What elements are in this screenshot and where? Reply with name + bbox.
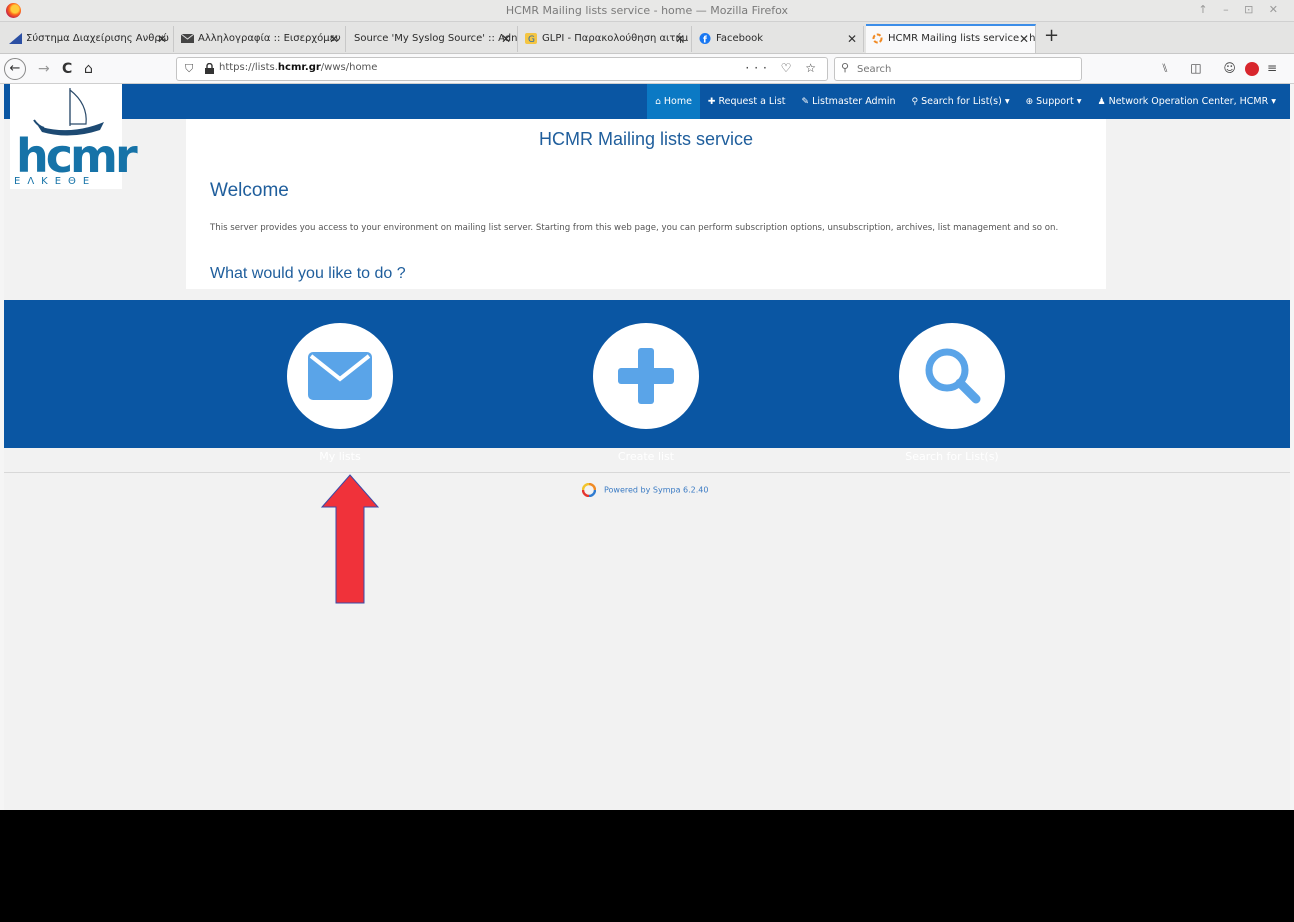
facebook-icon: f	[699, 33, 711, 45]
lifebuoy-icon: ⊕	[1025, 97, 1034, 107]
menu-label: Search for List(s)	[921, 96, 1002, 107]
triangle-flag-icon	[9, 33, 22, 44]
search-icon: ⚲	[841, 61, 850, 74]
forward-button[interactable]: →	[38, 59, 50, 79]
tab-label: HCMR Mailing lists service - h	[888, 33, 1036, 44]
url-bar[interactable]: ⛉ https://lists.hcmr.gr/wws/home ··· ♡ ☆	[176, 57, 828, 81]
browser-window: HCMR Mailing lists service - home — Mozi…	[0, 0, 1294, 810]
menu-label: Support	[1036, 96, 1074, 107]
menu-request-list[interactable]: ✚ Request a List	[700, 84, 794, 119]
close-icon[interactable]: ✕	[675, 26, 685, 52]
sympa-icon	[872, 33, 883, 44]
close-icon[interactable]: ✕	[1019, 26, 1029, 52]
menu-label: Home	[663, 96, 692, 107]
close-icon[interactable]: ✕	[501, 26, 511, 52]
action-label: Create list	[617, 450, 675, 463]
menu-search-lists[interactable]: ⚲ Search for List(s) ▾	[903, 84, 1017, 119]
plus-icon: ✚	[707, 97, 716, 107]
my-lists-button[interactable]	[287, 323, 393, 429]
adblock-icon[interactable]	[1244, 61, 1259, 76]
tab-hr-system[interactable]: Σύστημα Διαχείρισης Ανθρώ ✕	[4, 26, 174, 52]
mail-icon	[181, 33, 194, 43]
menu-support[interactable]: ⊕ Support ▾	[1018, 84, 1090, 119]
hcmr-logo[interactable]: hcmr ΕΛΚΕΘΕ	[10, 84, 138, 189]
sympa-logo-icon	[582, 483, 596, 497]
question-heading: What would you like to do ?	[210, 265, 406, 282]
menu-listmaster-admin[interactable]: ✎ Listmaster Admin	[794, 84, 904, 119]
window-title: HCMR Mailing lists service - home — Mozi…	[505, 4, 789, 17]
search-icon: ⚲	[911, 97, 919, 107]
menu-user-account[interactable]: ♟ Network Operation Center, HCMR ▾	[1090, 84, 1284, 119]
menu-label: Network Operation Center, HCMR	[1108, 96, 1269, 107]
welcome-heading: Welcome	[210, 180, 289, 201]
wrench-icon: ✎	[801, 97, 810, 107]
search-input[interactable]	[857, 61, 1057, 77]
divider	[4, 472, 1290, 473]
home-button[interactable]: ⌂	[84, 59, 93, 79]
screen-bottom-black-area	[0, 810, 1294, 922]
create-list-button[interactable]	[593, 323, 699, 429]
powered-by-link[interactable]: Powered by Sympa 6.2.40	[582, 483, 708, 498]
search-lists-button[interactable]	[899, 323, 1005, 429]
close-icon[interactable]: ✕	[847, 26, 857, 52]
red-arrow-annotation	[320, 474, 380, 604]
tab-syslog-source[interactable]: Source 'My Syslog Source' :: Adn ✕	[348, 26, 518, 52]
toolbar-icons[interactable]: ⑊ ◫ ☺ ≡	[1161, 61, 1286, 76]
tab-mail-inbox[interactable]: Αλληλογραφία :: Εισερχόμεν ✕	[176, 26, 346, 52]
glpi-icon: G	[525, 33, 537, 44]
chevron-down-icon: ▾	[1076, 96, 1082, 107]
svg-text:f: f	[703, 36, 707, 45]
action-create-list[interactable]: Create list	[571, 323, 721, 463]
welcome-panel: HCMR Mailing lists service Welcome This …	[186, 119, 1106, 289]
nav-toolbar: ← → C ⌂ ⛉ https://lists.hcmr.gr/wws/home…	[0, 54, 1294, 84]
site-menu: ⌂ Home ✚ Request a List ✎ Listmaster Admin …	[647, 84, 1284, 119]
close-icon[interactable]: ✕	[157, 26, 167, 52]
menu-label: Request a List	[718, 96, 786, 107]
magnifier-icon	[925, 348, 981, 404]
logo-subtitle: ΕΛΚΕΘΕ	[14, 176, 97, 187]
web-page: ⌂ Home ✚ Request a List ✎ Listmaster Admin …	[4, 84, 1290, 810]
url-text: https://lists.hcmr.gr/wws/home	[219, 62, 378, 73]
library-sidebar-account-icons[interactable]: ⑊ ◫ ☺	[1161, 61, 1245, 75]
new-tab-button[interactable]: +	[1044, 26, 1059, 46]
lock-icon	[205, 63, 214, 74]
tab-bar: Σύστημα Διαχείρισης Ανθρώ ✕ Αλληλογραφία…	[0, 22, 1294, 54]
close-icon[interactable]: ✕	[329, 26, 339, 52]
user-icon: ♟	[1097, 97, 1106, 107]
home-icon: ⌂	[655, 97, 661, 107]
action-search-lists[interactable]: Search for List(s)	[877, 323, 1027, 463]
tab-facebook[interactable]: f Facebook ✕	[694, 26, 864, 52]
svg-text:G: G	[528, 35, 535, 44]
chevron-down-icon: ▾	[1004, 96, 1010, 107]
logo-text: hcmr	[16, 129, 138, 183]
tab-glpi[interactable]: G GLPI - Παρακολούθηση αιτήμ ✕	[520, 26, 692, 52]
tab-hcmr-lists[interactable]: HCMR Mailing lists service - h ✕	[866, 24, 1036, 53]
tab-label: Σύστημα Διαχείρισης Ανθρώ	[26, 33, 170, 44]
reload-button[interactable]: C	[62, 59, 72, 79]
chevron-down-icon: ▾	[1271, 96, 1276, 107]
title-bar: HCMR Mailing lists service - home — Mozi…	[0, 0, 1294, 22]
intro-text: This server provides you access to your …	[210, 223, 1059, 233]
page-title: HCMR Mailing lists service	[538, 129, 754, 149]
powered-text: Powered by Sympa 6.2.40	[604, 485, 709, 495]
menu-label: Listmaster Admin	[812, 96, 896, 107]
tab-label: GLPI - Παρακολούθηση αιτήμ	[542, 33, 689, 44]
tab-label: Source 'My Syslog Source' :: Adn	[354, 33, 518, 44]
back-button[interactable]: ←	[4, 58, 26, 80]
menu-home[interactable]: ⌂ Home	[647, 84, 700, 119]
menu-icon[interactable]: ≡	[1267, 61, 1286, 75]
shield-icon: ⛉	[185, 62, 194, 75]
envelope-icon	[308, 352, 372, 400]
site-navbar: ⌂ Home ✚ Request a List ✎ Listmaster Admin …	[4, 84, 1290, 119]
action-label: My lists	[319, 450, 361, 463]
window-controls[interactable]: ↑ – ⊡ ✕	[1198, 3, 1284, 16]
plus-icon	[618, 348, 674, 404]
tab-label: Facebook	[716, 33, 763, 44]
tab-label: Αλληλογραφία :: Εισερχόμεν	[198, 33, 341, 44]
page-actions[interactable]: ··· ♡ ☆	[745, 61, 821, 75]
search-bar[interactable]: ⚲	[834, 57, 1082, 81]
action-label: Search for List(s)	[905, 450, 999, 463]
actions-band: My lists Create list Search for List(s)	[4, 300, 1290, 463]
action-my-lists[interactable]: My lists	[265, 323, 415, 463]
